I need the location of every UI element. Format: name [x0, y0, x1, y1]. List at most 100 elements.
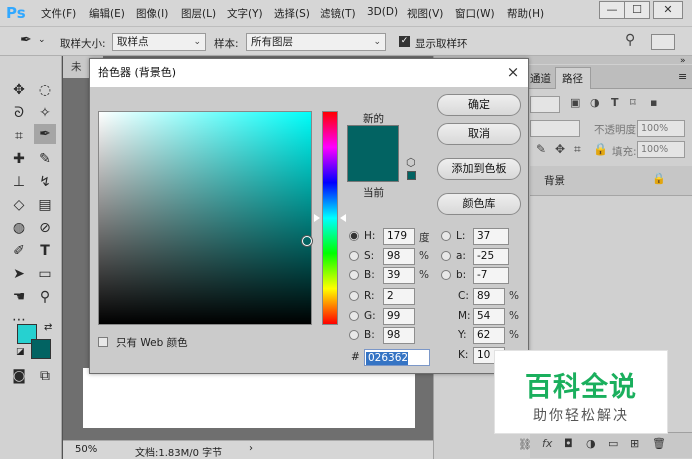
filter-shape-icon[interactable]: ⌑: [630, 96, 636, 109]
type-tool-icon[interactable]: T: [34, 241, 56, 261]
blend-mode-select[interactable]: [530, 120, 580, 137]
layer-style-icon[interactable]: fx: [542, 437, 552, 450]
lab-b-input[interactable]: -7: [473, 267, 509, 284]
saturation-radio[interactable]: [349, 251, 359, 261]
green-input[interactable]: 99: [383, 308, 415, 325]
gradient-tool-icon[interactable]: ▤: [34, 195, 56, 215]
zoom-tool-icon[interactable]: ⚲: [34, 287, 56, 307]
lock-pixels-icon[interactable]: ✎: [536, 142, 546, 156]
zoom-level[interactable]: 50%: [75, 444, 97, 455]
menu-edit[interactable]: 编辑(E): [89, 6, 125, 21]
lock-artboard-icon[interactable]: ⌗: [574, 142, 581, 157]
hue-radio[interactable]: [349, 231, 359, 241]
magenta-input[interactable]: 54: [473, 308, 505, 325]
tab-channels[interactable]: 通道: [530, 71, 551, 86]
menu-help[interactable]: 帮助(H): [507, 6, 544, 21]
menu-file[interactable]: 文件(F): [41, 6, 76, 21]
filter-pixel-icon[interactable]: ▣: [570, 96, 580, 109]
brightness-radio[interactable]: [349, 270, 359, 280]
layer-filter-select[interactable]: [530, 96, 560, 113]
delete-layer-icon[interactable]: 🗑: [652, 437, 666, 450]
crop-tool-icon[interactable]: ⌗: [8, 126, 30, 146]
path-selection-tool-icon[interactable]: ➤: [8, 264, 30, 284]
lasso-tool-icon[interactable]: ᘐ: [8, 103, 30, 123]
blue-input[interactable]: 98: [383, 327, 415, 344]
maximize-button[interactable]: ☐: [624, 1, 650, 19]
show-ring-checkbox[interactable]: ✓: [399, 36, 410, 47]
web-safe-color-icon[interactable]: [407, 171, 416, 180]
background-color-swatch[interactable]: [31, 339, 51, 359]
rectangle-tool-icon[interactable]: ▭: [34, 264, 56, 284]
color-field[interactable]: [98, 111, 312, 325]
current-color-swatch[interactable]: [347, 153, 399, 182]
ok-button[interactable]: 确定: [437, 94, 521, 116]
lab-l-input[interactable]: 37: [473, 228, 509, 245]
quick-mask-icon[interactable]: ◙: [8, 366, 30, 386]
history-brush-tool-icon[interactable]: ↯: [34, 172, 56, 192]
lock-all-icon[interactable]: 🔒: [593, 142, 608, 156]
lab-b-radio[interactable]: [441, 270, 451, 280]
layer-name[interactable]: 背景: [544, 173, 565, 188]
lock-position-icon[interactable]: ✥: [555, 142, 565, 156]
workspace-switcher-icon[interactable]: [651, 34, 675, 50]
filter-adjustment-icon[interactable]: ◑: [590, 96, 600, 109]
new-group-icon[interactable]: ▭: [608, 437, 618, 450]
magic-wand-tool-icon[interactable]: ✧: [34, 103, 56, 123]
eraser-tool-icon[interactable]: ◇: [8, 195, 30, 215]
chevron-down-icon[interactable]: ⌄: [38, 35, 46, 45]
sample-select[interactable]: 所有图层 ⌄: [246, 33, 386, 51]
menu-image[interactable]: 图像(I): [136, 6, 168, 21]
hue-slider-left-arrow[interactable]: [314, 214, 320, 222]
hue-slider[interactable]: [322, 111, 338, 325]
red-radio[interactable]: [349, 291, 359, 301]
new-layer-icon[interactable]: ⊞: [630, 437, 639, 450]
adjustment-layer-icon[interactable]: ◑: [586, 437, 596, 450]
hue-input[interactable]: 179: [383, 228, 415, 245]
hand-tool-icon[interactable]: ☚: [8, 287, 30, 307]
tab-paths[interactable]: 路径: [562, 71, 583, 86]
opacity-input[interactable]: 100%: [637, 120, 685, 137]
fill-input[interactable]: 100%: [637, 141, 685, 158]
swap-colors-icon[interactable]: ⇄: [44, 322, 52, 333]
lab-a-radio[interactable]: [441, 251, 451, 261]
out-of-gamut-cube-icon[interactable]: ⬡: [406, 156, 416, 169]
cyan-input[interactable]: 89: [473, 288, 505, 305]
yellow-input[interactable]: 62: [473, 327, 505, 344]
green-radio[interactable]: [349, 311, 359, 321]
menu-layer[interactable]: 图层(L): [181, 6, 216, 21]
menu-window[interactable]: 窗口(W): [455, 6, 495, 21]
minimize-button[interactable]: —: [599, 1, 625, 19]
color-field-marker[interactable]: [301, 236, 312, 247]
lab-a-input[interactable]: -25: [473, 248, 509, 265]
sample-size-select[interactable]: 取样点 ⌄: [112, 33, 206, 51]
document-canvas[interactable]: [83, 368, 415, 428]
dodge-tool-icon[interactable]: ⊘: [34, 218, 56, 238]
cancel-button[interactable]: 取消: [437, 123, 521, 145]
red-input[interactable]: 2: [383, 288, 415, 305]
search-icon[interactable]: ⚲: [625, 32, 635, 48]
filter-smart-icon[interactable]: ▪: [650, 96, 657, 109]
window-close-button[interactable]: ✕: [653, 1, 683, 19]
saturation-input[interactable]: 98: [383, 248, 415, 265]
color-libraries-button[interactable]: 颜色库: [437, 193, 521, 215]
marquee-tool-icon[interactable]: ◌: [34, 80, 56, 100]
filter-type-icon[interactable]: T: [611, 96, 619, 109]
pen-tool-icon[interactable]: ✐: [8, 241, 30, 261]
web-only-checkbox[interactable]: [98, 337, 108, 347]
eyedropper-tool-icon[interactable]: ✒: [34, 124, 56, 144]
menu-type[interactable]: 文字(Y): [227, 6, 263, 21]
default-colors-icon[interactable]: ◪: [16, 347, 25, 357]
eyedropper-tool-preset-icon[interactable]: ✒: [20, 32, 32, 48]
add-to-swatches-button[interactable]: 添加到色板: [437, 158, 521, 180]
lab-l-radio[interactable]: [441, 231, 451, 241]
brightness-input[interactable]: 39: [383, 267, 415, 284]
chevron-right-icon[interactable]: ›: [249, 443, 253, 454]
blue-radio[interactable]: [349, 330, 359, 340]
panel-menu-icon[interactable]: ≡: [678, 70, 687, 83]
screen-mode-icon[interactable]: ⧉: [34, 366, 56, 386]
stamp-tool-icon[interactable]: ⊥: [8, 172, 30, 192]
menu-filter[interactable]: 滤镜(T): [320, 6, 356, 21]
healing-brush-tool-icon[interactable]: ✚: [8, 149, 30, 169]
menu-select[interactable]: 选择(S): [274, 6, 310, 21]
link-layers-icon[interactable]: ⛓: [518, 438, 532, 451]
